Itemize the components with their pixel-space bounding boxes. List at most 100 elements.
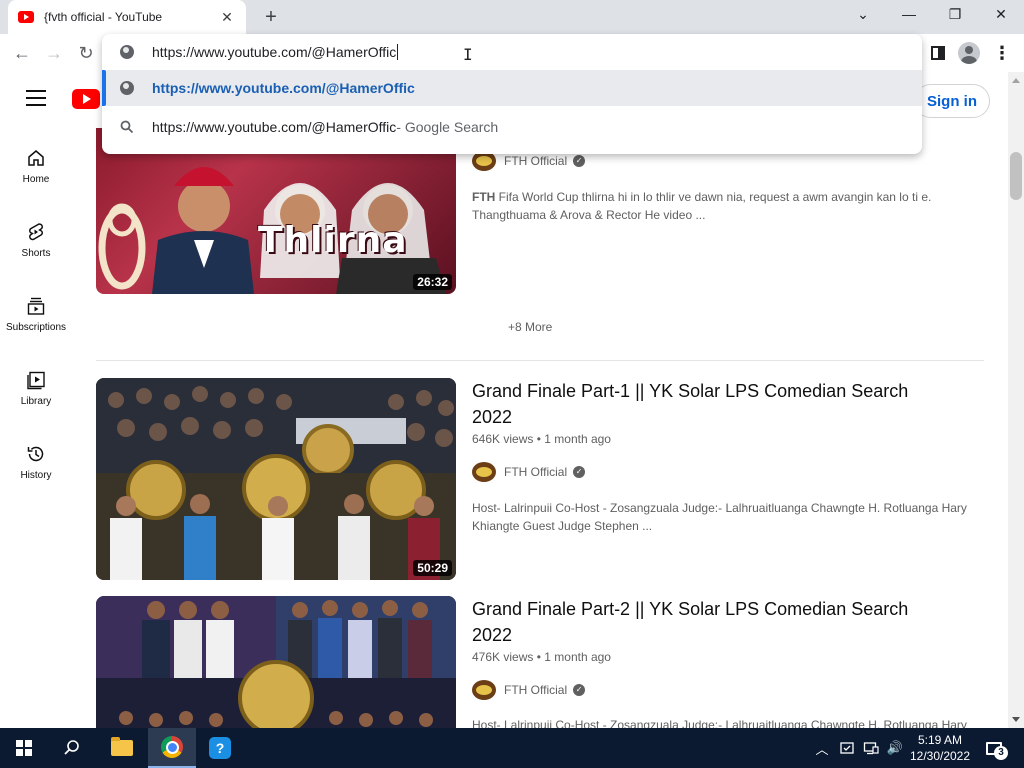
- search-icon: [120, 120, 134, 134]
- nav-item-shorts[interactable]: Shorts: [0, 202, 72, 276]
- clock-time: 5:19 AM: [917, 733, 963, 747]
- description-keyword: FTH: [472, 190, 496, 204]
- globe-icon: [120, 45, 134, 59]
- taskbar-clock[interactable]: 5:19 AM 12/30/2022: [906, 732, 974, 764]
- kebab-menu-icon: ⋮: [993, 43, 1011, 63]
- new-tab-button[interactable]: +: [258, 4, 284, 30]
- youtube-favicon-icon: [18, 11, 34, 23]
- tab-search-chevron-icon[interactable]: ⌄: [840, 0, 886, 30]
- suggestion-search-text: https://www.youtube.com/@HamerOffic: [152, 119, 397, 135]
- channel-name[interactable]: FTH Official: [504, 154, 567, 168]
- action-center-button[interactable]: 3: [980, 736, 1008, 760]
- nav-item-history[interactable]: History: [0, 424, 72, 498]
- nav-item-home[interactable]: Home: [0, 128, 72, 202]
- tray-volume-icon[interactable]: 🔊: [884, 728, 906, 768]
- chrome-menu-button[interactable]: ⋮: [989, 40, 1015, 66]
- nav-label-shorts: Shorts: [21, 248, 51, 259]
- video-meta-1: 646K views • 1 month ago: [472, 432, 611, 446]
- nav-item-library[interactable]: Library: [0, 350, 72, 424]
- back-button[interactable]: ←: [8, 39, 36, 67]
- video-duration: 50:29: [413, 560, 452, 576]
- taskbar-get-help[interactable]: ?: [196, 728, 244, 768]
- omnibox-suggestion-search[interactable]: https://www.youtube.com/@HamerOffic - Go…: [102, 108, 922, 146]
- reload-button[interactable]: ↻: [72, 39, 100, 67]
- windows-logo-icon: [16, 740, 32, 756]
- sign-in-button[interactable]: Sign in: [914, 84, 990, 118]
- video-meta-2: 476K views • 1 month ago: [472, 650, 611, 664]
- description-text: Fifa World Cup thlirna hi in lo thlir ve…: [472, 190, 932, 222]
- history-icon: [27, 446, 44, 462]
- scrollbar-thumb[interactable]: [1010, 152, 1022, 200]
- forward-button[interactable]: →: [40, 39, 68, 67]
- video-description-1: FTH Fifa World Cup thlirna hi in lo thli…: [472, 188, 972, 224]
- tab-close-icon[interactable]: ✕: [218, 9, 236, 26]
- minimize-button[interactable]: —: [886, 0, 932, 30]
- restore-button[interactable]: ❐: [932, 0, 978, 30]
- address-input[interactable]: https://www.youtube.com/@HamerOffic: [152, 44, 396, 60]
- meta-separator: •: [536, 432, 541, 446]
- verified-badge-icon: ✓: [573, 155, 586, 167]
- page-scrollbar[interactable]: [1008, 72, 1024, 728]
- scroll-down-arrow-icon[interactable]: [1012, 717, 1020, 722]
- video-thumbnail-grand-finale-1[interactable]: 50:29: [96, 378, 456, 580]
- scroll-up-arrow-icon[interactable]: [1012, 78, 1020, 83]
- section-divider: [96, 360, 984, 361]
- get-help-icon: ?: [209, 737, 231, 759]
- browser-tab-youtube[interactable]: {fvth official - YouTube ✕: [8, 0, 246, 34]
- upload-age: 1 month ago: [544, 650, 611, 664]
- hamburger-menu-icon[interactable]: [26, 90, 46, 106]
- video-title-1[interactable]: Grand Finale Part-1 || YK Solar LPS Come…: [472, 378, 912, 430]
- clock-date: 12/30/2022: [909, 749, 971, 763]
- thumbnail-art: [96, 378, 456, 580]
- tray-network-icon[interactable]: [860, 728, 882, 768]
- shorts-icon: [29, 223, 43, 241]
- omnibox-suggestion-url[interactable]: https://www.youtube.com/@HamerOffic: [102, 70, 922, 106]
- tray-overflow-chevron-icon[interactable]: ︿: [812, 728, 832, 768]
- text-caret: [397, 44, 399, 60]
- nav-label-home: Home: [22, 174, 50, 185]
- profile-button[interactable]: [956, 40, 982, 66]
- channel-info-2[interactable]: FTH Official ✓: [472, 462, 586, 482]
- channel-info-1[interactable]: FTH Official ✓: [472, 151, 586, 171]
- address-bar[interactable]: https://www.youtube.com/@HamerOffic: [102, 34, 922, 70]
- verified-badge-icon: ✓: [573, 466, 586, 478]
- channel-avatar[interactable]: [472, 680, 496, 700]
- thumbnail-art: [96, 596, 456, 728]
- video-title-2[interactable]: Grand Finale Part-2 || YK Solar LPS Come…: [472, 596, 912, 648]
- taskbar-file-explorer[interactable]: [98, 728, 146, 768]
- more-videos-link[interactable]: +8 More: [508, 320, 552, 334]
- nav-label-subscriptions: Subscriptions: [5, 322, 67, 333]
- thumbnail-overlay-text: Thlirna: [258, 220, 408, 261]
- nav-label-history: History: [20, 470, 52, 481]
- side-panel-icon: [931, 46, 945, 60]
- search-icon: [64, 740, 79, 755]
- youtube-logo-icon[interactable]: [72, 89, 100, 109]
- meta-separator: •: [536, 650, 541, 664]
- channel-info-3[interactable]: FTH Official ✓: [472, 680, 586, 700]
- video-description-3: Host- Lalrinpuii Co-Host - Zosangzuala J…: [472, 718, 967, 728]
- channel-avatar[interactable]: [472, 462, 496, 482]
- taskbar-chrome[interactable]: [148, 728, 196, 768]
- shield-icon: [840, 742, 854, 754]
- nav-item-subscriptions[interactable]: Subscriptions: [0, 276, 72, 350]
- network-icon: [863, 742, 879, 755]
- tab-title: {fvth official - YouTube: [44, 10, 163, 24]
- chrome-icon: [161, 736, 183, 758]
- tray-security-icon[interactable]: [836, 728, 858, 768]
- side-panel-button[interactable]: [925, 40, 951, 66]
- library-icon: [27, 371, 45, 390]
- verified-badge-icon: ✓: [573, 684, 586, 696]
- suggestion-url-text: https://www.youtube.com/@HamerOffic: [152, 80, 415, 96]
- notification-count-badge: 3: [994, 746, 1008, 760]
- channel-name[interactable]: FTH Official: [504, 465, 567, 479]
- close-window-button[interactable]: ✕: [978, 0, 1024, 30]
- video-thumbnail-grand-finale-2[interactable]: [96, 596, 456, 728]
- file-explorer-icon: [111, 737, 133, 756]
- upload-age: 1 month ago: [544, 432, 611, 446]
- video-duration: 26:32: [413, 274, 452, 290]
- video-description-3-clip: Host- Lalrinpuii Co-Host - Zosangzuala J…: [472, 716, 972, 728]
- taskbar-search-button[interactable]: [48, 728, 96, 768]
- start-button[interactable]: [0, 728, 48, 768]
- channel-name[interactable]: FTH Official: [504, 683, 567, 697]
- channel-avatar[interactable]: [472, 151, 496, 171]
